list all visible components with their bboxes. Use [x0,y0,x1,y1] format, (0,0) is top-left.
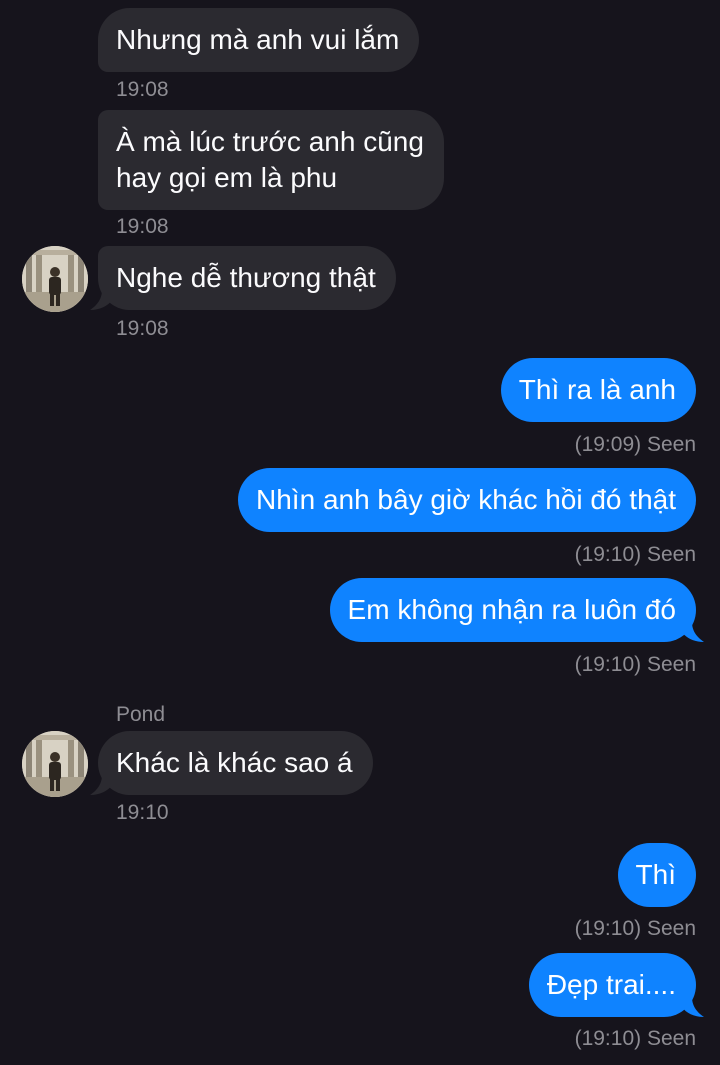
incoming-message-bubble[interactable]: Nghe dễ thương thật [98,246,396,310]
message-seen-status: (19:10) Seen [574,1027,696,1050]
outgoing-message-bubble[interactable]: Đẹp trai.... [528,953,696,1017]
message-text: Nhưng mà anh vui lắm [116,24,400,55]
incoming-message-bubble[interactable]: Nhưng mà anh vui lắm [98,8,420,72]
contact-avatar[interactable] [22,246,88,312]
message-text: Đẹp trai.... [546,969,676,1000]
message-timestamp: 19:10 [116,801,169,824]
chat-thread: Nhưng mà anh vui lắm 19:08 À mà lúc trướ… [0,0,720,1065]
message-timestamp: 19:08 [116,215,169,238]
bubble-tail-icon [90,290,112,310]
message-timestamp: 19:08 [116,317,169,340]
outgoing-message-bubble[interactable]: Em không nhận ra luôn đó [329,578,696,642]
outgoing-message-bubble[interactable]: Thì [617,843,696,907]
outgoing-message-bubble[interactable]: Thì ra là anh [500,358,696,422]
outgoing-message-bubble[interactable]: Nhìn anh bây giờ khác hồi đó thật [238,468,696,532]
message-seen-status: (19:10) Seen [574,653,696,676]
message-text: Thì ra là anh [518,374,676,405]
bubble-tail-icon [682,997,704,1017]
message-text-line: À mà lúc trước anh cũng [116,126,424,157]
incoming-message-bubble[interactable]: À mà lúc trước anh cũng hay gọi em là ph… [98,110,444,210]
message-text: Nhìn anh bây giờ khác hồi đó thật [256,484,676,515]
message-text: Khác là khác sao á [116,747,353,778]
message-text: Em không nhận ra luôn đó [347,594,676,625]
bubble-tail-icon [90,775,112,795]
sender-name: Pond [116,703,166,726]
message-text: Thì [635,859,676,890]
incoming-message-bubble[interactable]: Khác là khác sao á [98,731,373,795]
bubble-tail-icon [682,622,704,642]
message-timestamp: 19:08 [116,78,169,101]
message-seen-status: (19:09) Seen [574,433,696,456]
message-text-line: hay gọi em là phu [116,162,338,193]
message-text: Nghe dễ thương thật [116,262,376,293]
message-seen-status: (19:10) Seen [574,917,696,940]
message-seen-status: (19:10) Seen [574,543,696,566]
contact-avatar[interactable] [22,731,88,797]
